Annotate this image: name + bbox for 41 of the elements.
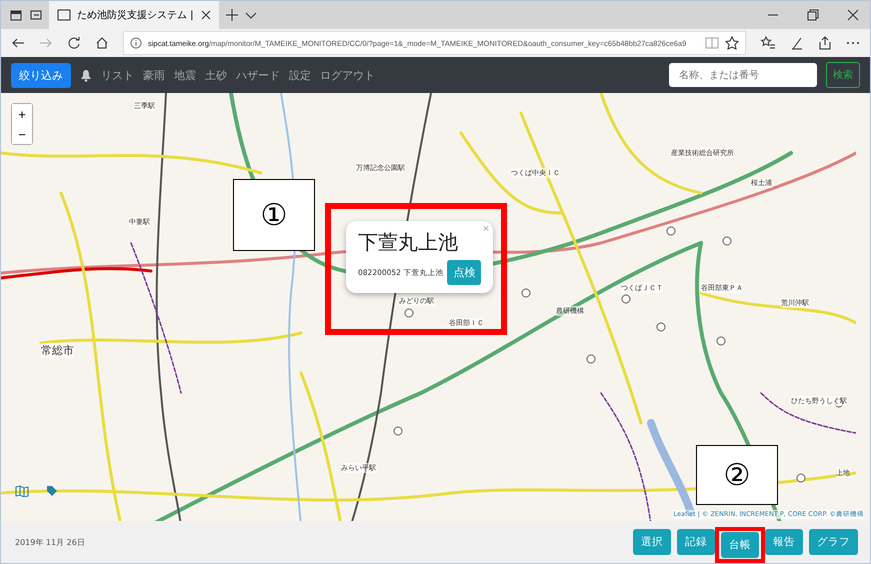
favorites-icon[interactable]	[760, 36, 776, 50]
nav-link[interactable]: ログアウト	[320, 68, 375, 82]
pen-icon[interactable]	[790, 36, 804, 50]
nav-link[interactable]: 土砂	[205, 68, 227, 82]
tab-title: ため池防災支援システム |	[77, 8, 195, 22]
more-icon[interactable]	[846, 41, 860, 45]
nav-link[interactable]: 地震	[174, 68, 196, 82]
browser-tab[interactable]: ため池防災支援システム |	[49, 1, 219, 29]
map-label: 常総市	[41, 343, 74, 358]
callout-number: ①	[233, 179, 315, 251]
date-text: 2019年 11月 26日	[15, 536, 85, 548]
star-icon[interactable]	[725, 36, 739, 50]
footer-button[interactable]: 記録	[677, 529, 715, 555]
tabs-aside-icon[interactable]	[9, 8, 23, 22]
inspect-button[interactable]: 点検	[447, 260, 482, 285]
nav-link[interactable]: 豪雨	[143, 68, 165, 82]
map-icon[interactable]	[15, 485, 29, 497]
footer-button[interactable]: 報告	[765, 529, 803, 555]
filter-button[interactable]: 絞り込み	[11, 62, 71, 88]
nav-link[interactable]: 設定	[289, 68, 311, 82]
search-field[interactable]: 名称、または番号	[669, 63, 817, 87]
tab-preview-icon[interactable]	[29, 8, 43, 22]
footer-button[interactable]: グラフ	[809, 529, 858, 555]
popup-title: 下萱丸上池	[358, 229, 459, 256]
share-icon[interactable]	[818, 36, 832, 50]
chevron-down-icon[interactable]	[245, 10, 257, 20]
search-button[interactable]: 検索	[826, 62, 860, 88]
bell-icon[interactable]	[80, 68, 92, 82]
info-icon	[130, 37, 142, 49]
home-icon[interactable]	[95, 36, 109, 50]
nav-link[interactable]: ハザード	[236, 68, 280, 82]
refresh-icon[interactable]	[67, 36, 81, 50]
close-icon[interactable]	[201, 10, 211, 20]
nav-link[interactable]: リスト	[101, 68, 134, 82]
back-icon[interactable]	[11, 37, 25, 49]
page-icon	[57, 9, 71, 21]
footer-button[interactable]: 選択	[633, 529, 671, 555]
new-tab-icon[interactable]	[225, 8, 239, 22]
tag-icon[interactable]	[46, 485, 58, 497]
footer-button[interactable]: 台帳	[721, 532, 759, 558]
callout-number: ②	[696, 445, 778, 505]
